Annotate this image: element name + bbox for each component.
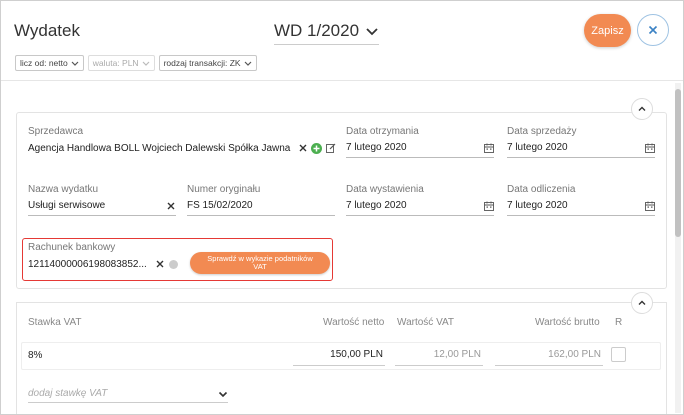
sale-date-value[interactable]: 7 lutego 2020 xyxy=(507,142,641,153)
issue-date-value[interactable]: 7 lutego 2020 xyxy=(346,200,480,211)
document-number-dropdown[interactable]: WD 1/2020 xyxy=(274,21,380,45)
seller-value[interactable]: Agencja Handlowa BOLL Wojciech Dalewski … xyxy=(28,143,294,154)
expense-name-field: Nazwa wydatku Usługi serwisowe xyxy=(28,184,176,216)
column-header-net-value: Wartość netto xyxy=(323,317,385,328)
add-circle-icon xyxy=(311,142,322,154)
scroll-thumb[interactable] xyxy=(675,89,681,237)
filter-count-from-label: licz od: netto xyxy=(20,58,68,68)
close-icon xyxy=(156,260,163,268)
scrollbar[interactable] xyxy=(675,83,681,413)
add-vat-rate-dropdown[interactable]: dodaj stawkę VAT xyxy=(28,385,228,403)
receipt-date-value[interactable]: 7 lutego 2020 xyxy=(346,142,480,153)
add-contractor-button[interactable] xyxy=(311,142,322,154)
gross-value-input[interactable]: 162,00 PLN xyxy=(495,349,603,366)
filter-currency: waluta: PLN xyxy=(87,55,155,71)
clear-expense-name-button[interactable] xyxy=(165,200,176,211)
document-number-label: WD 1/2020 xyxy=(274,21,360,40)
clear-bank-account-button[interactable] xyxy=(154,259,165,270)
collapse-vat-button[interactable] xyxy=(631,292,653,314)
original-number-label: Numer oryginału xyxy=(187,184,261,195)
expense-window: Wydatek WD 1/2020 Zapisz licz od: netto … xyxy=(0,0,684,415)
filter-transaction-type[interactable]: rodzaj transakcji: ZK xyxy=(158,55,257,71)
seller-field: Sprzedawca Agencja Handlowa BOLL Wojciec… xyxy=(28,126,336,158)
net-value-input[interactable]: 150,00 PLN xyxy=(293,349,385,366)
close-icon xyxy=(648,25,658,35)
sale-date-field: Data sprzedaży 7 lutego 2020 xyxy=(507,126,655,158)
verification-status-dot xyxy=(169,259,178,269)
save-button[interactable]: Zapisz xyxy=(584,14,631,47)
deduction-date-label: Data odliczenia xyxy=(507,184,576,195)
column-header-vat-value: Wartość VAT xyxy=(397,317,455,328)
add-vat-rate-placeholder: dodaj stawkę VAT xyxy=(28,388,108,399)
receipt-date-field: Data otrzymania 7 lutego 2020 xyxy=(346,126,494,158)
vat-value-input[interactable]: 12,00 PLN xyxy=(395,349,483,366)
bank-account-field: Rachunek bankowy 12114000006198083852... xyxy=(28,242,178,274)
original-number-value[interactable]: FS 15/02/2020 xyxy=(187,200,335,211)
issue-date-field: Data wystawienia 7 lutego 2020 xyxy=(346,184,494,216)
collapse-details-button[interactable] xyxy=(631,98,653,120)
header-divider xyxy=(1,80,683,81)
calendar-icon xyxy=(644,143,655,153)
seller-label: Sprzedawca xyxy=(28,126,84,137)
sale-date-calendar-button[interactable] xyxy=(644,142,655,153)
chevron-down-icon xyxy=(218,391,228,397)
chevron-up-icon xyxy=(638,106,646,111)
filter-count-from[interactable]: licz od: netto xyxy=(15,55,84,71)
receipt-date-calendar-button[interactable] xyxy=(483,142,494,153)
chevron-down-icon xyxy=(244,61,252,66)
expense-name-value[interactable]: Usługi serwisowe xyxy=(28,200,162,211)
column-header-vat-rate: Stawka VAT xyxy=(28,317,82,328)
chevron-down-icon xyxy=(366,28,378,36)
chevron-down-icon xyxy=(71,61,79,66)
deduction-date-value[interactable]: 7 lutego 2020 xyxy=(507,200,641,211)
calendar-icon xyxy=(644,201,655,211)
receipt-date-label: Data otrzymania xyxy=(346,126,419,137)
bank-account-label: Rachunek bankowy xyxy=(28,242,116,253)
filter-transaction-type-label: rodzaj transakcji: ZK xyxy=(163,58,241,68)
filter-currency-label: waluta: PLN xyxy=(92,58,139,68)
verify-vat-list-button[interactable]: Sprawdź w wykazie podatników VAT xyxy=(190,252,330,274)
expense-name-label: Nazwa wydatku xyxy=(28,184,99,195)
chevron-down-icon xyxy=(142,61,150,66)
close-icon xyxy=(299,144,306,152)
clear-seller-button[interactable] xyxy=(297,143,308,154)
issue-date-calendar-button[interactable] xyxy=(483,200,494,211)
issue-date-label: Data wystawienia xyxy=(346,184,424,195)
vat-rate-cell[interactable]: 8% xyxy=(28,350,42,361)
deduction-date-calendar-button[interactable] xyxy=(644,200,655,211)
sale-date-label: Data sprzedaży xyxy=(507,126,577,137)
column-header-r: R xyxy=(615,317,623,328)
edit-icon xyxy=(325,143,335,153)
original-number-field: Numer oryginału FS 15/02/2020 xyxy=(187,184,335,216)
column-header-gross-value: Wartość brutto xyxy=(535,317,600,328)
calendar-icon xyxy=(483,201,494,211)
calendar-icon xyxy=(483,143,494,153)
r-checkbox[interactable] xyxy=(611,347,626,362)
close-icon xyxy=(167,202,174,209)
deduction-date-field: Data odliczenia 7 lutego 2020 xyxy=(507,184,655,216)
chevron-up-icon xyxy=(638,300,646,305)
bank-account-value[interactable]: 12114000006198083852... xyxy=(28,259,151,270)
close-button[interactable] xyxy=(637,14,669,46)
filter-bar: licz od: netto waluta: PLN rodzaj transa… xyxy=(15,55,257,71)
page-title: Wydatek xyxy=(14,21,80,40)
edit-contractor-button[interactable] xyxy=(325,143,336,154)
